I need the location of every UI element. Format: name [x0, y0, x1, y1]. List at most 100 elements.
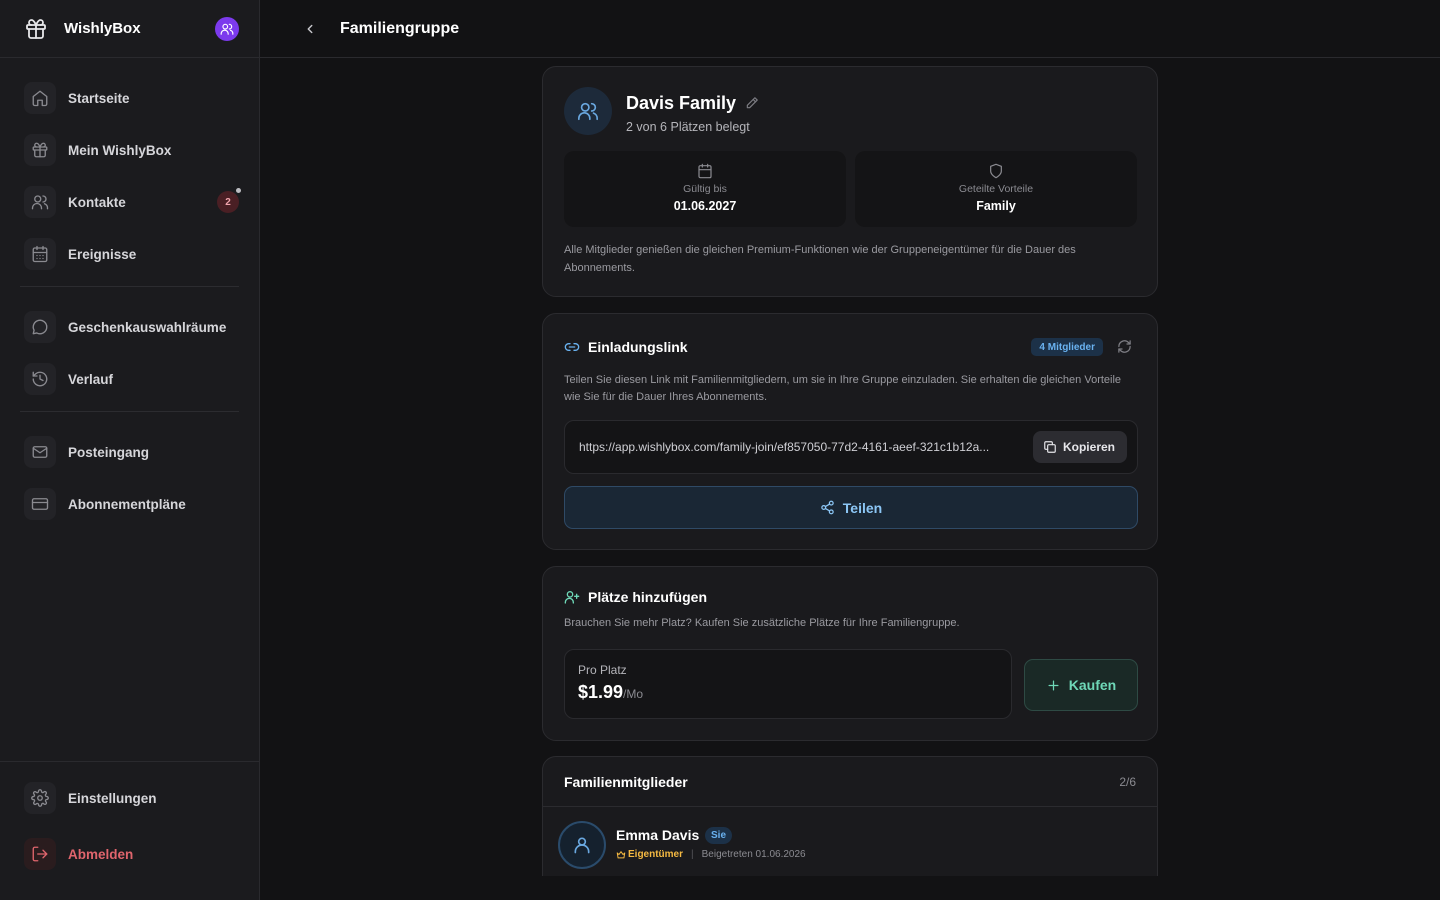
buy-label: Kaufen: [1068, 677, 1117, 693]
invite-title-row: Einladungslink: [564, 339, 688, 355]
group-note: Alle Mitglieder genießen die gleichen Pr…: [564, 244, 1076, 274]
price-unit: /Mo: [623, 687, 644, 701]
valid-until-stat: Gültig bis 01.06.2027: [564, 151, 846, 227]
sidebar-item-label: Ereignisse: [68, 246, 137, 262]
group-users-icon: [564, 87, 612, 135]
price-label: Pro Platz: [578, 663, 627, 677]
sidebar: WishlyBox Startseite Mein WishlyBox Kont…: [0, 0, 260, 900]
calendar-icon: [24, 238, 56, 270]
sidebar-item-verlauf[interactable]: Verlauf: [24, 359, 239, 399]
page-header: Familiengruppe: [260, 0, 1440, 58]
you-badge: Sie: [705, 827, 733, 844]
sidebar-item-posteingang[interactable]: Posteingang: [24, 432, 239, 472]
family-members-card: Familienmitglieder 2/6 Emma Davis Sie Ei…: [542, 756, 1158, 876]
sidebar-item-abonnementplaene[interactable]: Abonnementpläne: [24, 484, 239, 524]
sidebar-item-label: Abonnementpläne: [68, 496, 186, 512]
invite-description: Teilen Sie diesen Link mit Familienmitgl…: [564, 374, 1122, 403]
sidebar-item-label: Einstellungen: [68, 790, 157, 806]
members-header: Familienmitglieder 2/6: [543, 757, 1157, 807]
calendar-icon: [697, 163, 713, 179]
sidebar-item-geschenkauswahlraeume[interactable]: Geschenkauswahlräume: [24, 307, 239, 347]
add-seats-description: Brauchen Sie mehr Platz? Kaufen Sie zusä…: [564, 617, 960, 629]
logout-icon: [24, 838, 56, 870]
members-title: Familienmitglieder: [564, 774, 688, 790]
stat-label: Geteilte Vorteile: [958, 183, 1034, 195]
sidebar-item-label: Kontakte: [68, 194, 126, 210]
sidebar-item-label: Mein WishlyBox: [68, 142, 172, 158]
users-icon: [24, 186, 56, 218]
logout-label: Abmelden: [68, 846, 134, 862]
crown-icon: [616, 850, 626, 860]
price-per-seat: Pro Platz $1.99/Mo: [564, 649, 1012, 719]
group-overview-card: Davis Family 2 von 6 Plätzen belegt Gült…: [542, 66, 1158, 297]
gift-logo-icon: [24, 17, 48, 41]
group-name: Davis Family: [626, 93, 737, 113]
brand-header: WishlyBox: [0, 0, 259, 58]
edit-pencil-icon[interactable]: [745, 96, 759, 110]
stat-value: 01.06.2027: [673, 199, 737, 213]
invite-link-card: Einladungslink 4 Mitglieder Teilen Sie d…: [542, 313, 1158, 550]
add-seats-title-row: Plätze hinzufügen: [564, 589, 707, 605]
member-avatar: [558, 821, 606, 869]
sidebar-footer: Einstellungen Abmelden: [0, 761, 259, 900]
app-name: WishlyBox: [64, 20, 141, 37]
owner-label: Eigentümer: [628, 849, 684, 860]
page-title: Familiengruppe: [340, 19, 460, 37]
chat-icon: [24, 311, 56, 343]
plus-icon: [1046, 678, 1061, 693]
share-label: Teilen: [842, 499, 883, 516]
credit-card-icon: [24, 488, 56, 520]
member-name: Emma Davis: [616, 827, 700, 843]
history-icon: [24, 363, 56, 395]
back-button[interactable]: [300, 19, 320, 39]
sidebar-item-label: Geschenkauswahlräume: [68, 319, 227, 335]
owner-role: Eigentümer: [616, 849, 683, 860]
invite-link-url: https://app.wishlybox.com/family-join/ef…: [579, 440, 990, 454]
family-avatar-button[interactable]: [215, 16, 239, 41]
sidebar-item-label: Startseite: [68, 90, 130, 106]
add-seats-card: Plätze hinzufügen Brauchen Sie mehr Plat…: [542, 566, 1158, 741]
invite-link-field[interactable]: https://app.wishlybox.com/family-join/ef…: [564, 420, 1138, 474]
copy-label: Kopieren: [1062, 440, 1115, 454]
home-icon: [24, 82, 56, 114]
sidebar-divider: [20, 411, 239, 412]
invite-title: Einladungslink: [588, 339, 688, 355]
sidebar-item-einstellungen[interactable]: Einstellungen: [24, 778, 239, 818]
gear-icon: [24, 782, 56, 814]
refresh-icon[interactable]: [1117, 339, 1132, 354]
copy-icon: [1043, 440, 1057, 454]
members-badge: 4 Mitglieder: [1031, 338, 1103, 356]
sidebar-item-label: Verlauf: [68, 371, 114, 387]
mail-icon: [24, 436, 56, 468]
gift-icon: [24, 134, 56, 166]
sidebar-item-ereignisse[interactable]: Ereignisse: [24, 234, 239, 274]
shared-benefits-stat: Geteilte Vorteile Family: [855, 151, 1137, 227]
link-icon: [564, 339, 580, 355]
stat-value: Family: [976, 199, 1016, 213]
member-meta: Eigentümer | Beigetreten 01.06.2026: [616, 849, 806, 860]
price-value: $1.99/Mo: [578, 682, 643, 703]
add-seats-title: Plätze hinzufügen: [588, 589, 707, 605]
sidebar-nav: Startseite Mein WishlyBox Kontakte 2 Ere…: [0, 58, 259, 524]
joined-date: Beigetreten 01.06.2026: [701, 849, 806, 860]
main-content: Davis Family 2 von 6 Plätzen belegt Gült…: [260, 58, 1440, 876]
sidebar-item-mein-wishlybox[interactable]: Mein WishlyBox: [24, 130, 239, 170]
shield-icon: [988, 163, 1004, 179]
sidebar-item-kontakte[interactable]: Kontakte 2: [24, 182, 241, 222]
sidebar-item-label: Posteingang: [68, 444, 150, 460]
notification-dot: [236, 188, 241, 193]
share-icon: [820, 500, 835, 515]
user-plus-icon: [564, 589, 580, 605]
stat-label: Gültig bis: [683, 183, 727, 195]
sidebar-divider: [20, 286, 239, 287]
share-button[interactable]: Teilen: [564, 486, 1138, 529]
logout-button[interactable]: Abmelden: [24, 834, 239, 874]
buy-button[interactable]: Kaufen: [1024, 659, 1138, 711]
price-amount: $1.99: [578, 682, 624, 702]
seats-usage: 2 von 6 Plätzen belegt: [626, 120, 750, 134]
contacts-count-badge: 2: [217, 191, 239, 213]
copy-button[interactable]: Kopieren: [1032, 431, 1127, 463]
meta-separator: |: [691, 849, 694, 860]
members-count: 2/6: [1119, 775, 1136, 789]
sidebar-item-startseite[interactable]: Startseite: [24, 78, 239, 118]
